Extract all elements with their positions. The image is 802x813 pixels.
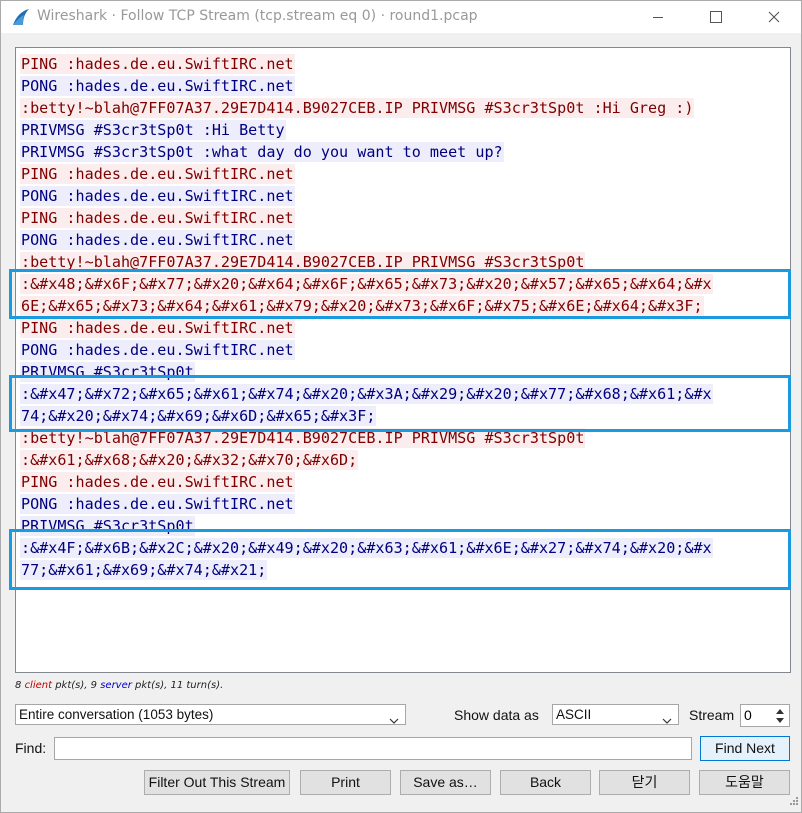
filter-out-stream-button[interactable]: Filter Out This Stream [144,770,290,795]
stream-status-text: 8 client pkt(s), 9 server pkt(s), 11 tur… [15,680,224,691]
find-label: Find: [15,740,47,756]
server-stream-line: :&#x47;&#x72;&#x65;&#x61;&#x74;&#x20;&#x… [20,384,713,404]
show-data-select-value: ASCII [556,707,592,722]
server-stream-line: PONG :hades.de.eu.SwiftIRC.net [20,494,295,514]
stream-content-area[interactable]: PING :hades.de.eu.SwiftIRC.net PONG :hade… [15,47,791,673]
save-as-button[interactable]: Save as… [400,770,491,795]
back-button[interactable]: Back [500,770,591,795]
stream-number-value: 0 [744,707,752,723]
client-stream-line: PING :hades.de.eu.SwiftIRC.net [20,164,295,184]
client-stream-line: PING :hades.de.eu.SwiftIRC.net [20,208,295,228]
server-stream-line: 77;&#x61;&#x69;&#x74;&#x21; [20,560,268,580]
title-bar: Wireshark · Follow TCP Stream (tcp.strea… [1,1,801,33]
close-button[interactable]: 닫기 [599,770,690,795]
maximize-button[interactable] [685,1,747,33]
spin-down-icon[interactable] [773,715,787,725]
client-stream-line: PING :hades.de.eu.SwiftIRC.net [20,472,295,492]
stream-number-spinbox[interactable]: 0 [740,704,790,727]
stream-label: Stream [689,707,735,723]
client-stream-line: :betty!~blah@7FF07A37.29E7D414.B9027CEB.… [20,252,586,272]
server-stream-line: PONG :hades.de.eu.SwiftIRC.net [20,186,295,206]
server-stream-line: PONG :hades.de.eu.SwiftIRC.net [20,230,295,250]
server-stream-line: 74;&#x20;&#x74;&#x69;&#x6D;&#x65;&#x3F; [20,406,377,426]
show-data-label: Show data as [454,707,539,723]
client-stream-line: 6E;&#x65;&#x73;&#x64;&#x61;&#x79;&#x20;&… [20,296,704,316]
minimize-button[interactable] [627,1,689,33]
server-stream-line: PRIVMSG #S3cr3tSp0t :Hi Betty [20,120,286,140]
find-next-button[interactable]: Find Next [700,736,790,761]
server-stream-line: PONG :hades.de.eu.SwiftIRC.net [20,76,295,96]
server-stream-line: PRIVMSG #S3cr3tSp0t :what day do you wan… [20,142,504,162]
client-stream-line: PING :hades.de.eu.SwiftIRC.net [20,318,295,338]
chevron-down-icon [389,711,399,730]
close-window-button[interactable] [743,1,802,33]
print-button[interactable]: Print [300,770,391,795]
follow-tcp-stream-window: Wireshark · Follow TCP Stream (tcp.strea… [0,0,802,813]
conversation-select[interactable]: Entire conversation (1053 bytes) [15,704,406,725]
server-stream-line: PRIVMSG #S3cr3tSp0t [20,362,195,382]
conversation-select-value: Entire conversation (1053 bytes) [19,707,214,722]
server-stream-line: :&#x4F;&#x6B;&#x2C;&#x20;&#x49;&#x20;&#x… [20,538,713,558]
help-button[interactable]: 도움말 [699,770,790,795]
server-stream-line: PRIVMSG #S3cr3tSp0t [20,516,195,536]
client-stream-line: :&#x48;&#x6F;&#x77;&#x20;&#x64;&#x6F;&#x… [20,274,713,294]
client-stream-line: :&#x61;&#x68;&#x20;&#x32;&#x70;&#x6D; [20,450,359,470]
show-data-select[interactable]: ASCII [552,704,679,725]
resize-grip-icon[interactable] [789,791,799,810]
client-stream-line: PING :hades.de.eu.SwiftIRC.net [20,54,295,74]
wireshark-fin-icon [11,8,31,26]
client-stream-line: :betty!~blah@7FF07A37.29E7D414.B9027CEB.… [20,428,586,448]
server-stream-line: PONG :hades.de.eu.SwiftIRC.net [20,340,295,360]
find-input[interactable] [54,737,692,760]
client-stream-line: :betty!~blah@7FF07A37.29E7D414.B9027CEB.… [20,98,695,118]
window-title: Wireshark · Follow TCP Stream (tcp.strea… [37,8,478,24]
chevron-down-icon [662,711,672,730]
